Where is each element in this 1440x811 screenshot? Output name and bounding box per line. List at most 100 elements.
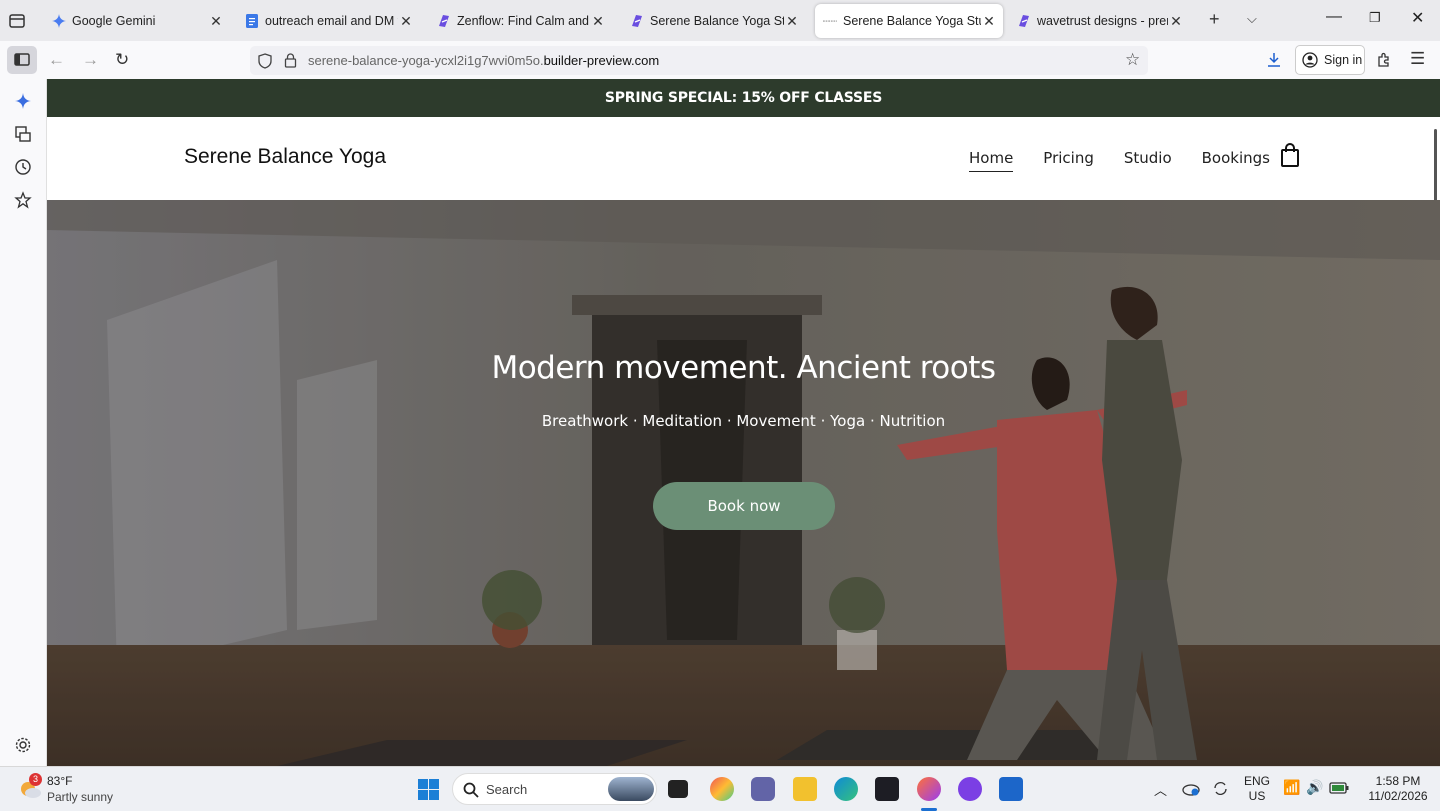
window-close-icon[interactable]: ✕: [1411, 8, 1424, 28]
windows-taskbar: 3 83°F Partly sunny Search ︿ ENG US 📶 🔊 …: [0, 766, 1440, 811]
new-tab-icon[interactable]: +: [1209, 9, 1220, 30]
tab-serene-balance-active[interactable]: Serene Balance Yoga Studio ✕: [815, 4, 1003, 38]
download-icon[interactable]: [1266, 52, 1282, 68]
bookmark-star-icon[interactable]: ☆: [1125, 50, 1140, 70]
tab-wavetrust[interactable]: wavetrust designs - premiun ✕: [1009, 4, 1190, 38]
tab-title: Serene Balance Yoga Studio: [650, 14, 784, 28]
language-code: ENG: [1243, 774, 1270, 788]
web-page: SPRING SPECIAL: 15% OFF CLASSES Serene B…: [47, 79, 1440, 766]
sidebar-toggle-button[interactable]: [7, 46, 37, 74]
region-code: US: [1248, 789, 1266, 803]
tray-overflow-chevron-icon[interactable]: ︿: [1154, 780, 1167, 799]
weather-description: Partly sunny: [47, 790, 114, 804]
firefox-icon[interactable]: [917, 777, 941, 801]
lock-icon[interactable]: [284, 53, 297, 68]
bookmarks-star-icon[interactable]: [14, 191, 32, 209]
nav-home[interactable]: Home: [969, 149, 1014, 172]
hero-title: Modern movement. Ancient roots: [491, 350, 996, 386]
book-now-button[interactable]: Book now: [653, 482, 835, 530]
forward-arrow-icon[interactable]: →: [82, 50, 99, 70]
taskbar-search[interactable]: Search: [452, 773, 657, 805]
url-text: serene-balance-yoga-ycxl2i1g7wvi0m5o.bui…: [308, 53, 659, 68]
store-icon[interactable]: [999, 777, 1023, 801]
site-nav: Home Pricing Studio Bookings: [969, 149, 1300, 172]
hero-section: Modern movement. Ancient roots Breathwor…: [47, 200, 1440, 766]
back-arrow-icon[interactable]: ←: [48, 50, 65, 70]
close-icon[interactable]: ✕: [784, 13, 800, 30]
shopping-bag-icon[interactable]: [1280, 143, 1300, 167]
menu-icon[interactable]: ☰: [1410, 49, 1425, 69]
gemini-icon[interactable]: [14, 92, 32, 110]
sync-icon[interactable]: [1212, 780, 1229, 797]
sidebar-icon: [14, 53, 30, 66]
tab-zenflow[interactable]: Zenflow: Find Calm and Stre ✕: [429, 4, 612, 38]
site-brand[interactable]: Serene Balance Yoga: [184, 145, 386, 169]
close-icon[interactable]: ✕: [981, 13, 997, 30]
site-header: Serene Balance Yoga Home Pricing Studio …: [47, 117, 1440, 222]
search-label: Search: [486, 782, 528, 797]
promo-banner: SPRING SPECIAL: 15% OFF CLASSES: [47, 79, 1440, 117]
tab-google-gemini[interactable]: Google Gemini ✕: [44, 4, 230, 38]
meta-app-icon[interactable]: [958, 777, 982, 801]
close-icon[interactable]: ✕: [1168, 13, 1184, 30]
url-domain: builder-preview.com: [543, 53, 660, 68]
tab-title: Zenflow: Find Calm and Stre: [457, 14, 590, 28]
builder-icon: [630, 14, 644, 28]
nav-studio[interactable]: Studio: [1124, 149, 1172, 172]
copilot-icon[interactable]: [710, 777, 734, 801]
browser-sidebar: [0, 79, 47, 766]
clock-date: 11/02/2026: [1368, 789, 1428, 803]
tab-overview-icon[interactable]: [6, 10, 28, 32]
url-prefix: serene-balance-yoga-ycxl2i1g7wvi0m5o.: [308, 53, 544, 68]
sign-in-button[interactable]: Sign in: [1295, 45, 1365, 75]
gemini-icon: [52, 14, 66, 28]
weather-badge: 3: [29, 773, 42, 786]
history-icon[interactable]: [14, 158, 32, 176]
close-icon[interactable]: ✕: [590, 13, 606, 30]
close-icon[interactable]: ✕: [398, 13, 414, 30]
davinci-icon[interactable]: [875, 777, 899, 801]
onedrive-icon[interactable]: [1182, 781, 1200, 797]
battery-icon[interactable]: [1329, 782, 1349, 794]
tab-bar: Google Gemini ✕ outreach email and DM te…: [0, 0, 1440, 41]
search-icon: [463, 782, 479, 798]
builder-icon: [1017, 14, 1031, 28]
nav-pricing[interactable]: Pricing: [1043, 149, 1094, 172]
weather-temperature: 83°F: [47, 774, 73, 788]
teams-icon[interactable]: [751, 777, 775, 801]
shield-icon[interactable]: [258, 53, 272, 69]
wifi-icon[interactable]: 📶: [1283, 779, 1300, 796]
tab-title: wavetrust designs - premiun: [1037, 14, 1168, 28]
restore-icon[interactable]: ❐: [1369, 10, 1381, 26]
synced-tabs-icon[interactable]: [14, 125, 32, 143]
edge-icon[interactable]: [834, 777, 858, 801]
tab-list-chevron-icon[interactable]: ⌵: [1247, 11, 1257, 27]
file-explorer-icon[interactable]: [793, 777, 817, 801]
tab-serene-balance-1[interactable]: Serene Balance Yoga Studio ✕: [622, 4, 806, 38]
hero-subtitle: Breathwork · Meditation · Movement · Yog…: [541, 412, 946, 430]
language-indicator[interactable]: ENG US: [1240, 774, 1274, 804]
minimize-icon[interactable]: —: [1326, 8, 1342, 26]
settings-gear-icon[interactable]: [14, 736, 32, 754]
tab-outreach-email[interactable]: outreach email and DM tem ✕: [237, 4, 420, 38]
url-bar[interactable]: serene-balance-yoga-ycxl2i1g7wvi0m5o.bui…: [250, 46, 1148, 75]
tab-title: Google Gemini: [72, 14, 156, 28]
docs-icon: [245, 14, 259, 28]
reload-icon[interactable]: ↻: [115, 50, 129, 70]
volume-icon[interactable]: 🔊: [1306, 779, 1323, 796]
account-icon: [1302, 52, 1318, 68]
close-icon[interactable]: ✕: [208, 13, 224, 30]
loading-icon: [823, 14, 837, 28]
task-view-icon[interactable]: [668, 780, 688, 798]
search-highlight-image: [608, 777, 654, 801]
sign-in-label: Sign in: [1324, 53, 1363, 67]
builder-icon: [437, 14, 451, 28]
tab-title: outreach email and DM tem: [265, 14, 398, 28]
tab-title: Serene Balance Yoga Studio: [843, 14, 981, 28]
navigation-bar: ← → ↻ serene-balance-yoga-ycxl2i1g7wvi0m…: [0, 41, 1440, 79]
clock-time: 1:58 PM: [1375, 774, 1421, 788]
clock[interactable]: 1:58 PM 11/02/2026: [1362, 774, 1434, 804]
windows-start-icon[interactable]: [418, 779, 439, 800]
nav-bookings[interactable]: Bookings: [1202, 149, 1270, 172]
extensions-icon[interactable]: [1376, 52, 1392, 68]
